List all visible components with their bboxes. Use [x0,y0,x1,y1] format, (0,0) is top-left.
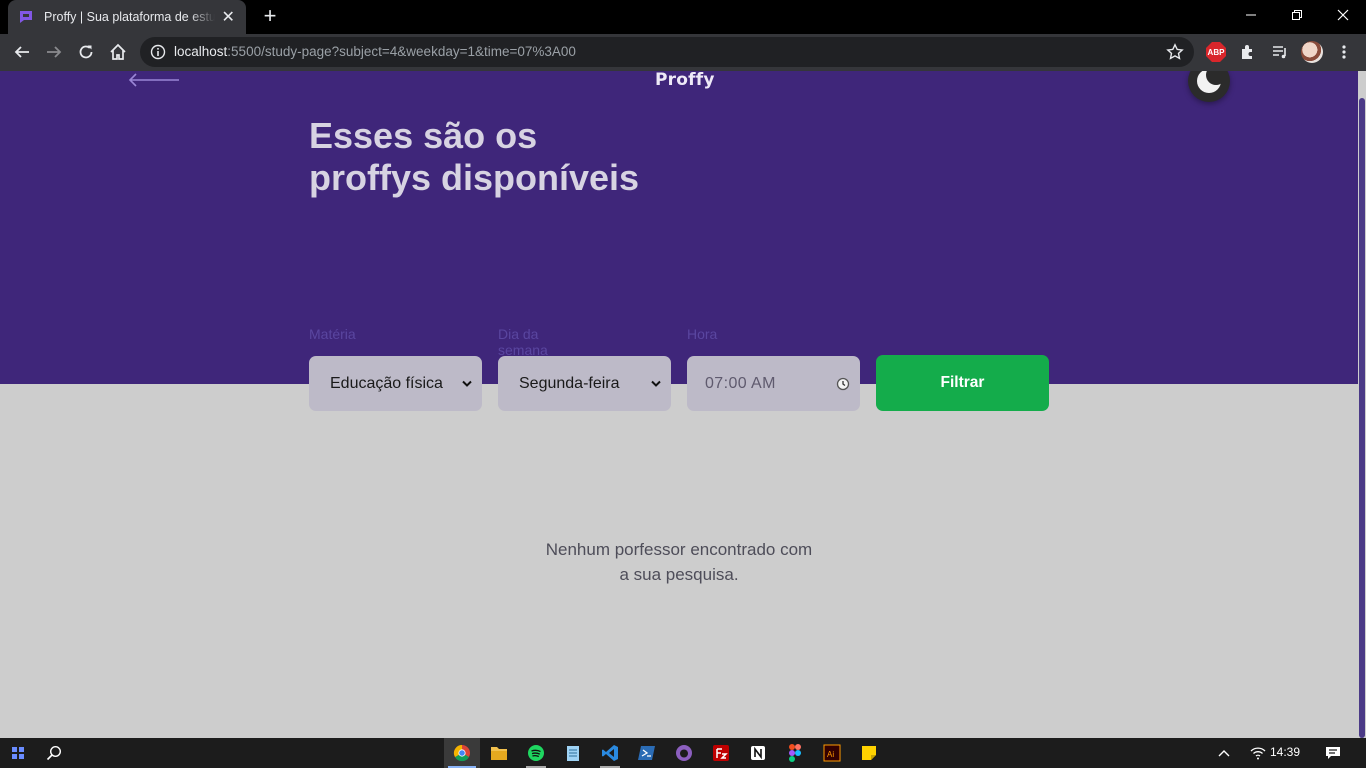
home-icon [110,43,126,60]
empty-message-line1: Nenhum porfessor encontrado com [545,540,813,559]
proffy-favicon-icon [20,11,32,23]
filter-submit-button[interactable]: Filtrar [876,355,1049,411]
windows-start-icon [12,747,24,759]
weekday-select-value: Segunda-feira [519,374,620,392]
subject-select[interactable]: Educação física [309,356,482,411]
reload-icon [79,45,93,59]
page-title-line2: proffys disponíveis [309,157,640,198]
extensions-button[interactable] [1234,38,1262,66]
moon-icon [1197,71,1222,93]
close-window-button[interactable] [1320,0,1366,30]
home-button[interactable] [104,38,132,66]
figma-icon [789,744,801,762]
taskbar-filezilla[interactable] [703,738,739,768]
taskbar-powershell[interactable] [629,738,665,768]
chrome-icon [453,744,470,762]
taskbar-sticky-notes[interactable] [851,738,887,768]
page-header: Proffy Esses são os proffys disponíveis [0,71,1358,384]
reload-button[interactable] [72,38,100,66]
weekday-select[interactable]: Segunda-feira [498,356,671,411]
tray-overflow-button[interactable] [1208,738,1240,768]
weekday-label: Dia da semana [498,326,548,358]
powershell-icon [638,746,655,760]
taskbar-spotify[interactable] [518,738,554,768]
url-host: localhost [174,44,228,59]
restore-button[interactable] [1274,0,1320,30]
subject-select-value: Educação física [330,374,443,392]
time-input[interactable]: 07:00 AM [687,356,860,411]
puzzle-icon [1242,45,1252,59]
sticky-notes-icon [862,746,876,760]
taskbar-search-button[interactable] [36,738,72,768]
kebab-menu-icon [1342,45,1346,59]
empty-message-line2: a sua pesquisa. [619,565,739,584]
reading-list-icon [1273,46,1286,59]
taskbar-notion[interactable] [740,738,776,768]
svg-text:Ai: Ai [827,750,834,759]
notepad-icon [567,746,579,761]
subject-label: Matéria [309,326,356,342]
browser-titlebar: Proffy | Sua plataforma de estudos onlin… [0,0,1366,34]
scrollbar-thumb[interactable] [1359,98,1365,738]
browser-toolbar: localhost:5500/study-page?subject=4&week… [0,34,1366,71]
notification-icon [1326,747,1340,759]
wifi-icon [1250,747,1266,760]
forward-button[interactable] [40,38,68,66]
taskbar-file-explorer[interactable] [481,738,517,768]
arrow-right-icon [47,46,62,58]
search-icon [46,745,62,761]
action-center-button[interactable] [1316,738,1350,768]
tab-title: Proffy | Sua plataforma de estudos onlin… [44,10,215,24]
page-title: Esses são os proffys disponíveis [309,115,639,199]
empty-results-message: Nenhum porfessor encontrado com a sua pe… [500,537,858,587]
new-tab-button[interactable]: + [258,5,282,29]
proffy-logo: Proffy [655,71,715,90]
info-icon[interactable] [150,44,166,60]
arrow-left-icon [14,46,29,58]
back-button[interactable] [8,38,36,66]
minimize-icon [1246,14,1256,16]
windows-taskbar: Ai 14:39 [0,738,1366,768]
chevron-down-icon [462,380,472,387]
restore-icon [1292,10,1302,20]
illustrator-icon: Ai [823,744,841,762]
page-scrollbar[interactable] [1358,71,1366,738]
folder-icon [491,747,507,760]
address-bar[interactable]: localhost:5500/study-page?subject=4&week… [140,37,1194,67]
url-path: :5500/study-page?subject=4&weekday=1&tim… [227,44,576,59]
taskbar-notepad[interactable] [555,738,591,768]
clock-icon[interactable] [836,377,850,391]
taskbar-clock[interactable]: 14:39 [1270,745,1300,759]
taskbar-figma[interactable] [777,738,813,768]
reading-list-button[interactable] [1266,38,1294,66]
taskbar-vscode[interactable] [592,738,628,768]
theme-toggle-button[interactable] [1188,71,1230,102]
tab-close-button[interactable]: ✕ [221,7,237,27]
taskbar-illustrator[interactable]: Ai [814,738,850,768]
url-text[interactable]: localhost:5500/study-page?subject=4&week… [174,44,576,59]
star-icon[interactable] [1166,43,1184,61]
time-input-value: 07:00 AM [705,374,776,392]
chevron-down-icon [651,380,661,387]
study-page: Proffy Esses são os proffys disponíveis … [0,71,1358,738]
github-desktop-icon [676,745,692,761]
notion-icon [751,746,765,760]
start-button[interactable] [0,738,36,768]
time-label: Hora [687,326,718,342]
taskbar-chrome[interactable] [444,738,480,768]
filezilla-icon [713,745,729,761]
minimize-button[interactable] [1228,0,1274,30]
back-arrow-icon[interactable] [128,73,180,87]
browser-menu-button[interactable] [1330,38,1358,66]
adblock-extension-button[interactable]: ABP [1206,42,1226,62]
close-icon [1337,9,1349,21]
profile-avatar[interactable] [1301,41,1323,63]
spotify-icon [528,745,544,761]
taskbar-github-desktop[interactable] [666,738,702,768]
chevron-up-icon [1218,750,1230,757]
vscode-icon [602,745,618,761]
browser-tab[interactable]: Proffy | Sua plataforma de estudos onlin… [8,0,246,34]
page-title-line1: Esses são os [309,115,538,156]
